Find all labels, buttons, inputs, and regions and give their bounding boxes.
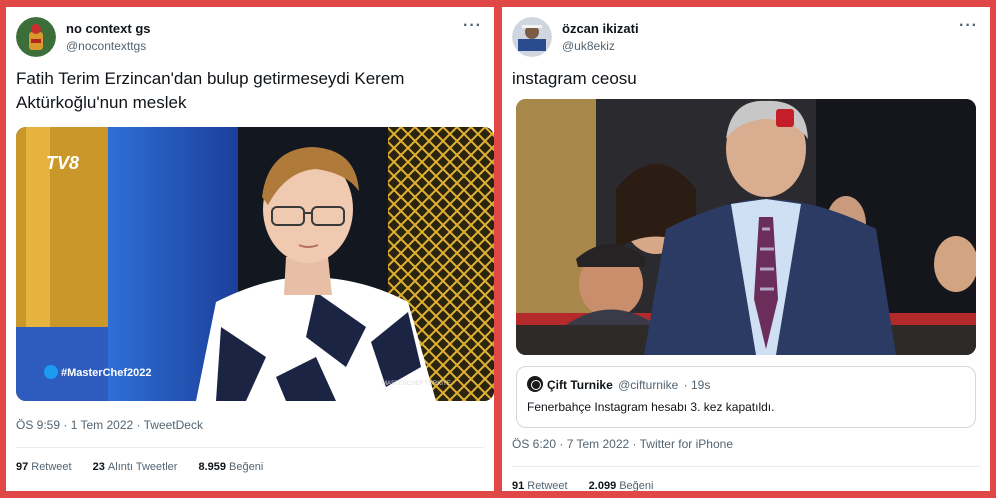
quoted-tweet-text: Fenerbahçe Instagram hesabı 3. kez kapat…: [527, 400, 775, 414]
media-hashtag: #MasterChef2022: [44, 365, 152, 379]
quoted-tweet-header: Çift Turnike @cifturnike · 19s: [527, 376, 710, 392]
quoted-handle: @cifturnike: [618, 378, 679, 392]
tweet-media-image[interactable]: TV8 #MasterChef2022 MASTERCHEF TÜRKİYE: [16, 127, 494, 401]
user-handle[interactable]: @uk8ekiz: [562, 39, 615, 53]
tweet-timestamp[interactable]: ÖS 6:20 · 7 Tem 2022 · Twitter for iPhon…: [512, 437, 733, 451]
quoted-display-name: Çift Turnike: [547, 378, 613, 392]
more-dots-icon[interactable]: ···: [463, 17, 482, 35]
user-handle[interactable]: @nocontexttgs: [66, 39, 146, 53]
tweet-timestamp[interactable]: ÖS 9:59 · 1 Tem 2022 · TweetDeck: [16, 418, 203, 432]
divider: [512, 466, 980, 467]
stat-likes[interactable]: 8.959 Beğeni: [198, 461, 263, 473]
media-watermark: MASTERCHEF TÜRKİYE: [382, 381, 451, 387]
more-dots-icon[interactable]: ···: [959, 17, 978, 35]
tweet-text: instagram ceosu: [512, 69, 637, 88]
stat-retweets[interactable]: 97 Retweet: [16, 461, 72, 473]
avatar[interactable]: [16, 17, 56, 57]
tweet-stats: 91 Retweet 2.099 Beğeni: [512, 480, 671, 491]
tweet-media-image[interactable]: [516, 99, 976, 355]
stat-likes[interactable]: 2.099 Beğeni: [589, 480, 654, 491]
channel-logo: TV8: [46, 153, 80, 173]
display-name[interactable]: no context gs: [66, 21, 151, 36]
display-name[interactable]: özcan ikizati: [562, 21, 639, 36]
quoted-age: · 19s: [683, 378, 711, 392]
tweet-header: özcan ikizati @uk8ekiz ···: [512, 17, 980, 59]
stat-quotes[interactable]: 23 Alıntı Tweetler: [93, 461, 178, 473]
tweet-card-right: özcan ikizati @uk8ekiz ··· instagram ceo…: [502, 7, 990, 491]
tweet-card-left: no context gs @nocontexttgs ··· Fatih Te…: [6, 7, 494, 491]
stat-retweets[interactable]: 91 Retweet: [512, 480, 568, 491]
quoted-tweet[interactable]: Çift Turnike @cifturnike · 19s Fenerbahç…: [516, 366, 976, 428]
avatar[interactable]: [512, 17, 552, 57]
tweet-text: Fatih Terim Erzincan'dan bulup getirmese…: [16, 69, 405, 112]
divider: [16, 447, 484, 448]
twitter-bird-icon: [44, 365, 58, 379]
quoted-avatar: [527, 376, 543, 392]
tweet-stats: 97 Retweet 23 Alıntı Tweetler 8.959 Beğeni: [16, 461, 281, 473]
tweet-header: no context gs @nocontexttgs ···: [16, 17, 484, 59]
